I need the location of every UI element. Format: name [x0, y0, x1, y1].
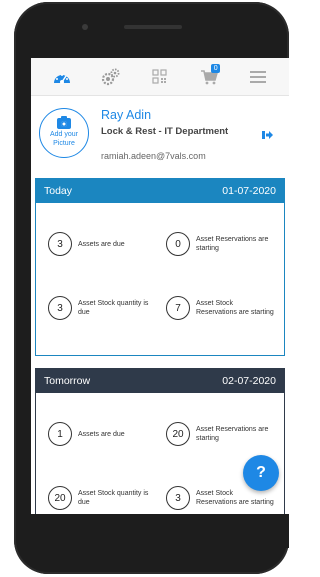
user-name: Ray Adin: [101, 108, 152, 122]
today-header: Today 01-07-2020: [36, 179, 284, 203]
count-circle: 20: [166, 422, 190, 446]
qr-code-icon: [152, 69, 168, 84]
tomorrow-header: Tomorrow 02-07-2020: [36, 369, 284, 393]
tomorrow-card: Tomorrow 02-07-2020 1 Assets are due 20 …: [35, 368, 285, 514]
count-circle: 3: [48, 296, 72, 320]
top-navigation: 0: [31, 58, 289, 96]
stat-label: Asset Reservations are starting: [196, 236, 269, 252]
nav-menu[interactable]: [243, 62, 273, 92]
stat-assets-due[interactable]: 1 Assets are due: [48, 409, 166, 459]
nav-scan[interactable]: [145, 62, 175, 92]
dashboard-gauge-icon: [53, 73, 70, 84]
stat-stock-quantity-due[interactable]: 20 Asset Stock quantity is due: [48, 473, 166, 514]
stat-label: Assets are due: [78, 240, 125, 248]
app-screen: 0 Add your Picture Ray Adin Lock & Rest …: [31, 58, 289, 514]
earpiece-speaker: [124, 25, 182, 29]
today-card: Today 01-07-2020 3 Assets are due 0 Asse…: [35, 178, 285, 356]
count-circle: 3: [166, 486, 190, 510]
logout-icon: [262, 131, 273, 139]
count-circle: 7: [166, 296, 190, 320]
nav-cart[interactable]: 0: [194, 62, 224, 92]
stat-label: Asset Stock Reservations are starting: [196, 300, 274, 316]
today-stats: 3 Assets are due 0 Asset Reservations ar…: [36, 203, 284, 333]
count-circle: 3: [48, 232, 72, 256]
user-email: ramiah.adeen@7vals.com: [101, 151, 206, 161]
logout-button[interactable]: [262, 127, 273, 145]
nav-dashboard[interactable]: [47, 62, 77, 92]
tomorrow-title: Tomorrow: [44, 375, 91, 387]
stat-stock-quantity-due[interactable]: 3 Asset Stock quantity is due: [48, 283, 166, 333]
tomorrow-stats: 1 Assets are due 20 Asset Reservations a…: [36, 393, 284, 514]
add-picture-button[interactable]: Add your Picture: [39, 108, 89, 158]
camera-icon: [57, 116, 71, 129]
tomorrow-date: 02-07-2020: [222, 375, 276, 387]
add-picture-label: Add your Picture: [49, 131, 79, 147]
stat-label: Asset Stock quantity is due: [78, 490, 149, 506]
count-circle: 0: [166, 232, 190, 256]
user-department: Lock & Rest - IT Department: [101, 126, 229, 137]
stat-label: Assets are due: [78, 430, 125, 438]
stat-label: Asset Stock Reservations are starting: [196, 490, 274, 506]
today-title: Today: [44, 185, 73, 197]
stat-label: Asset Reservations are starting: [196, 426, 269, 442]
stat-stock-reservations[interactable]: 7 Asset Stock Reservations are starting: [166, 283, 284, 333]
stat-asset-reservations[interactable]: 20 Asset Reservations are starting: [166, 409, 284, 459]
stat-label: Asset Stock quantity is due: [78, 300, 149, 316]
settings-gears-icon: [101, 68, 120, 85]
stat-assets-due[interactable]: 3 Assets are due: [48, 219, 166, 269]
front-camera: [82, 24, 88, 30]
nav-settings[interactable]: [96, 62, 126, 92]
hamburger-menu-icon: [250, 70, 267, 83]
count-circle: 20: [48, 486, 72, 510]
count-circle: 1: [48, 422, 72, 446]
profile-section: Add your Picture Ray Adin Lock & Rest - …: [31, 96, 289, 178]
phone-bottom-bezel: [31, 514, 289, 548]
today-date: 01-07-2020: [222, 185, 276, 197]
cart-count-badge: 0: [211, 63, 221, 73]
help-button[interactable]: ?: [243, 455, 279, 491]
stat-asset-reservations[interactable]: 0 Asset Reservations are starting: [166, 219, 284, 269]
